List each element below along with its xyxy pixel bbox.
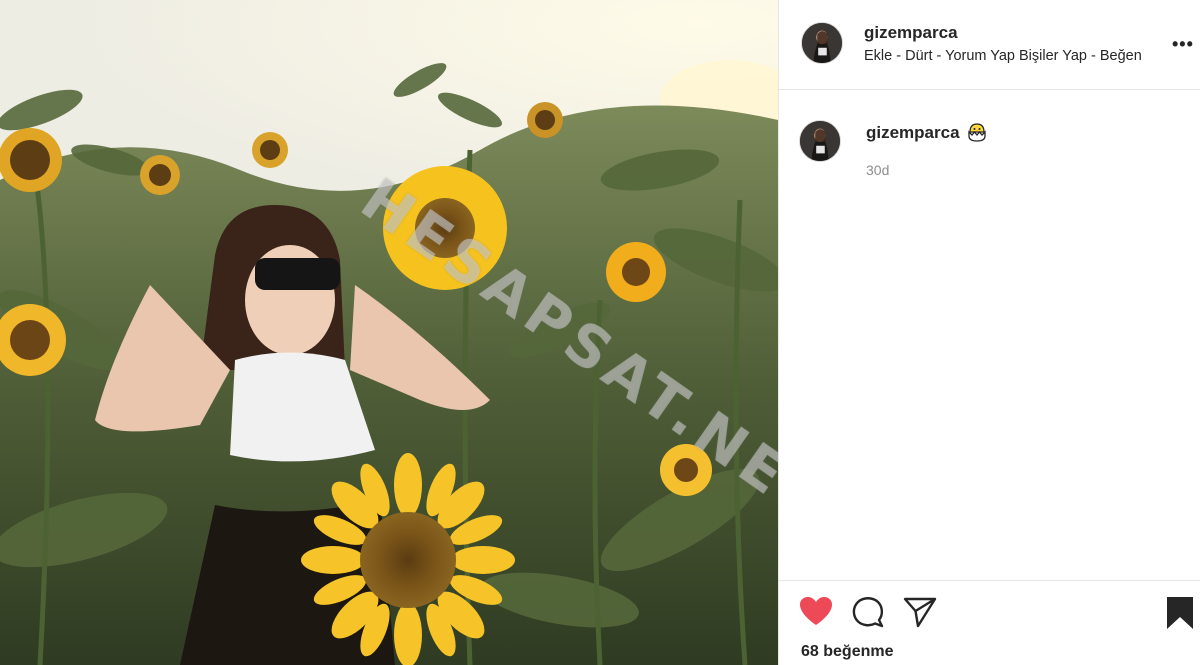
more-options-icon[interactable]: ••• bbox=[1172, 34, 1194, 54]
post-photo-illustration bbox=[0, 0, 778, 665]
avatar[interactable] bbox=[801, 22, 843, 64]
caption-username[interactable]: gizemparca bbox=[866, 123, 960, 143]
share-icon[interactable] bbox=[903, 596, 937, 628]
post-author-username[interactable]: gizemparca bbox=[864, 23, 958, 43]
heart-icon[interactable] bbox=[799, 596, 833, 626]
avatar-image bbox=[800, 121, 840, 161]
post-sidebar: gizemparca Ekle - Dürt - Yorum Yap Bişil… bbox=[778, 0, 1200, 665]
post-actions: 68 beğenme bbox=[779, 580, 1200, 665]
hatching-chick-icon bbox=[966, 121, 988, 143]
post-image[interactable]: HESAPSAT.NET bbox=[0, 0, 778, 665]
likes-count[interactable]: 68 beğenme bbox=[801, 643, 893, 661]
post-header: gizemparca Ekle - Dürt - Yorum Yap Bişil… bbox=[779, 0, 1200, 90]
avatar-image bbox=[802, 23, 842, 63]
bookmark-icon[interactable] bbox=[1165, 596, 1195, 630]
caption-timestamp[interactable]: 30d bbox=[866, 162, 889, 178]
caption-avatar[interactable] bbox=[799, 120, 841, 162]
comment-icon[interactable] bbox=[851, 596, 885, 628]
post-author-subtitle: Ekle - Dürt - Yorum Yap Bişiler Yap - Be… bbox=[864, 48, 1142, 64]
